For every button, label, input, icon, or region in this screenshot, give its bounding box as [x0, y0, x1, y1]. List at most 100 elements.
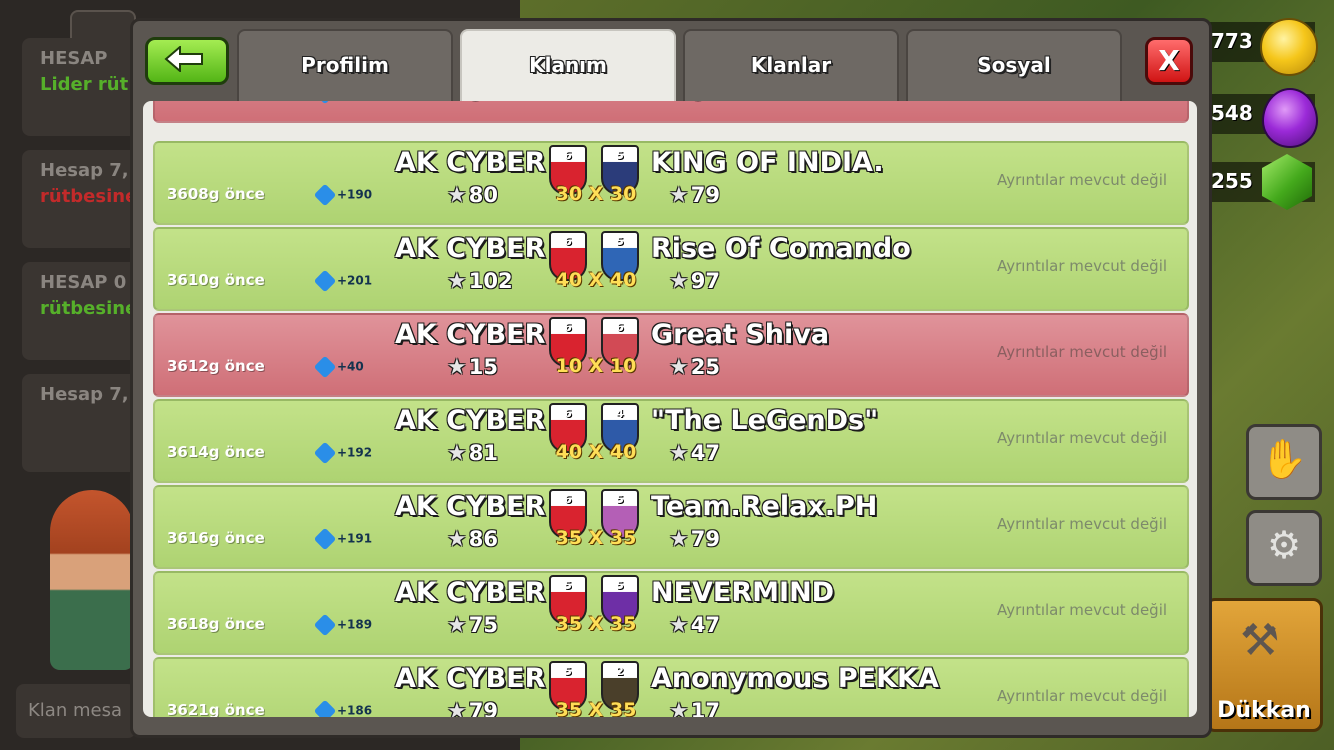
shop-button[interactable]: ⚒ Dükkan: [1205, 598, 1323, 732]
war-log-row[interactable]: 3621g önce +186 AK CYBER 5 2 Anonymous PEKKA ★…: [153, 657, 1189, 717]
tab-label: Klanım: [529, 53, 607, 77]
trophy-gem-icon: [313, 355, 337, 379]
star-icon: ★: [669, 183, 689, 208]
enemy-clan-level: 4: [616, 407, 624, 420]
member-name: Hesap 7,: [40, 160, 129, 181]
my-stars-value: 102: [468, 269, 513, 293]
clan-chat-input[interactable]: Klan mesa: [16, 684, 136, 738]
enemy-clan-name: NEVERMIND: [651, 577, 835, 608]
war-log-list[interactable]: 3606g önce+107★5430 X 30★873608g önce+19…: [143, 101, 1197, 717]
trophy-value: +191: [337, 531, 373, 546]
member-card[interactable]: Hesap 7, rütbesine: [22, 150, 142, 248]
enemy-clan-level: 6: [616, 321, 624, 334]
enemy-clan-level: 5: [616, 235, 624, 248]
enemy-stars-value: 87: [691, 101, 720, 105]
tab-label: Sosyal: [977, 53, 1051, 77]
trophy-gem-icon: [313, 269, 337, 293]
enemy-clan-level: 5: [616, 493, 624, 506]
settings-button[interactable]: ⚙: [1246, 510, 1322, 586]
star-icon: ★: [669, 699, 689, 717]
trophy-gem-icon: [313, 183, 337, 207]
member-card[interactable]: HESAP Lider rüt: [22, 38, 142, 136]
enemy-stars-value: 97: [690, 269, 720, 293]
my-stars: ★86: [447, 527, 498, 552]
war-size: 30 X 30: [551, 101, 641, 103]
member-card[interactable]: Hesap 7,: [22, 374, 142, 472]
trophy-gain: +192: [313, 441, 372, 465]
war-log-row[interactable]: 3612g önce +40 AK CYBER 6 6 Great Shiva ★15 10 …: [153, 313, 1189, 397]
gear-icon: ⚙: [1266, 523, 1302, 567]
enemy-stars-value: 79: [690, 183, 720, 207]
trophy-gain: +190: [313, 183, 372, 207]
enemy-stars: ★79: [669, 183, 720, 208]
war-size: 40 X 40: [555, 269, 637, 291]
star-icon: ★: [669, 527, 689, 552]
my-clan-name: AK CYBER: [395, 577, 546, 608]
tab-label: Klanlar: [750, 53, 832, 77]
my-clan-level: 6: [564, 321, 572, 334]
war-time: 3610g önce: [167, 271, 265, 289]
member-name: Hesap 7,: [40, 384, 129, 405]
member-card[interactable]: HESAP 0 rütbesine: [22, 262, 142, 360]
enemy-stars: ★47: [669, 441, 720, 466]
star-icon: ★: [669, 613, 689, 638]
archer-character-image: [50, 490, 134, 670]
trophy-gain: +201: [313, 269, 373, 293]
enemy-stars-value: 47: [690, 441, 720, 465]
details-unavailable: Ayrıntılar mevcut değil: [997, 601, 1168, 619]
tab-profilim[interactable]: Profilim: [237, 29, 453, 107]
war-log-row[interactable]: 3618g önce +189 AK CYBER 5 5 NEVERMIND ★75 35 X…: [153, 571, 1189, 655]
back-button[interactable]: [145, 37, 229, 85]
enemy-clan-level: 5: [616, 579, 624, 592]
war-size: 10 X 10: [555, 355, 637, 377]
tab-sosyal[interactable]: Sosyal: [906, 29, 1122, 107]
enemy-stars-value: 25: [690, 355, 720, 379]
war-log-row[interactable]: 3608g önce +190 AK CYBER 6 5 KING OF INDIA. ★8…: [153, 141, 1189, 225]
war-log-row[interactable]: 3610g önce +201 AK CYBER 6 5 Rise Of Comando ★…: [153, 227, 1189, 311]
war-size: 30 X 30: [555, 183, 637, 205]
my-clan-name: AK CYBER: [395, 147, 546, 178]
details-unavailable: Ayrıntılar mevcut değil: [997, 257, 1168, 275]
war-log-row[interactable]: 3606g önce+107★5430 X 30★87: [153, 101, 1189, 123]
tab-label: Profilim: [301, 53, 389, 77]
my-clan-name: AK CYBER: [395, 233, 546, 264]
my-clan-level: 6: [564, 235, 572, 248]
my-stars: ★81: [447, 441, 498, 466]
war-log-row[interactable]: 3614g önce +192 AK CYBER 6 4 "The LeGenDs" ★81…: [153, 399, 1189, 483]
enemy-stars: ★17: [669, 699, 720, 717]
move-buildings-button[interactable]: ✋: [1246, 424, 1322, 500]
star-icon: ★: [447, 183, 467, 208]
war-log-row[interactable]: 3616g önce +191 AK CYBER 6 5 Team.Relax.PH ★86…: [153, 485, 1189, 569]
trophy-gain: +40: [313, 355, 364, 379]
war-time: 3614g önce: [167, 443, 265, 461]
details-unavailable: Ayrıntılar mevcut değil: [997, 687, 1168, 705]
close-button[interactable]: X: [1145, 37, 1193, 85]
star-icon: ★: [447, 269, 467, 294]
tab-klanlar[interactable]: Klanlar: [683, 29, 899, 107]
enemy-stars-value: 79: [690, 527, 720, 551]
star-icon: ★: [669, 355, 689, 380]
member-name: HESAP: [40, 48, 108, 69]
my-clan-level: 5: [564, 665, 572, 678]
hand-arrow-icon: ✋: [1260, 437, 1308, 481]
trophy-value: +186: [337, 703, 373, 718]
my-stars-value: 54: [469, 101, 498, 105]
enemy-stars-value: 17: [690, 699, 720, 717]
my-clan-name: AK CYBER: [395, 405, 546, 436]
my-stars-value: 81: [468, 441, 498, 465]
my-stars: ★75: [447, 613, 498, 638]
tab-bar: Profilim Klanım Klanlar Sosyal X: [133, 21, 1209, 119]
details-unavailable: Ayrıntılar mevcut değil: [997, 429, 1168, 447]
member-name: HESAP 0: [40, 272, 127, 293]
arrow-left-icon: [164, 46, 203, 72]
enemy-stars: ★87: [669, 101, 720, 106]
trophy-value: +201: [337, 273, 373, 288]
gem-amount: 255: [1211, 169, 1253, 193]
trophy-value: +40: [337, 359, 364, 374]
enemy-clan-name: Anonymous PEKKA: [651, 663, 939, 694]
elixir-amount: 548: [1211, 101, 1253, 125]
trophy-gem-icon: [313, 527, 337, 551]
war-size: 35 X 35: [555, 699, 637, 717]
war-size: 35 X 35: [555, 527, 637, 549]
my-clan-level: 5: [564, 579, 572, 592]
